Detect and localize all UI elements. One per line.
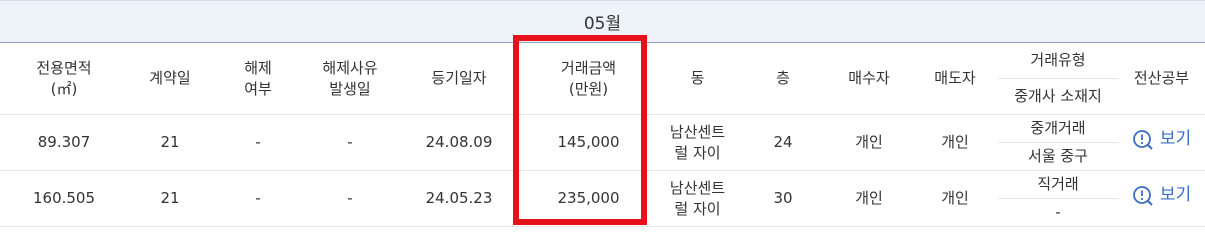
cell-contract-day: 21 <box>128 170 212 227</box>
header-deal-type: 거래유형 <box>998 42 1118 79</box>
cell-seller: 개인 <box>912 114 998 171</box>
header-cancel-reason-line2: 발생일 <box>329 79 371 98</box>
cell-dong-line2: 럴 자이 <box>674 143 721 162</box>
month-label: 05월 <box>583 14 622 34</box>
search-icon <box>1132 185 1153 206</box>
cell-cancel: - <box>212 170 304 227</box>
cell-dong-line1: 남산센트 <box>669 122 726 141</box>
table-row: 89.307 21 - - 24.08.09 145,000 남산센트 럴 자이… <box>0 114 1205 171</box>
cell-floor: 30 <box>740 170 826 227</box>
header-broker-location: 중개사 소재지 <box>998 78 1118 115</box>
header-price: 거래금액 (만원) <box>522 42 655 115</box>
header-doc: 전산공부 <box>1118 42 1205 115</box>
header-floor: 층 <box>740 42 826 115</box>
header-cancel-line1: 해제 <box>244 58 272 77</box>
cell-broker-location: - <box>1055 203 1061 221</box>
header-price-line2: (만원) <box>568 79 609 98</box>
cell-price: 235,000 <box>522 170 655 227</box>
header-area-label: 전용면적 <box>36 58 92 77</box>
cell-deal-type: 중개거래 <box>998 115 1118 143</box>
cell-buyer: 개인 <box>826 170 912 227</box>
header-buyer: 매수자 <box>826 42 912 115</box>
cell-contract-day: 21 <box>128 114 212 171</box>
cell-area: 89.307 <box>0 114 128 171</box>
cell-dong-line2: 럴 자이 <box>674 199 721 218</box>
table-row: 160.505 21 - - 24.05.23 235,000 남산센트 럴 자… <box>0 170 1205 227</box>
cell-doc: 보기 <box>1118 114 1205 171</box>
view-label: 보기 <box>1159 185 1192 205</box>
cell-deal-info: 중개거래 서울 중구 <box>998 114 1118 171</box>
header-seller: 매도자 <box>912 42 998 115</box>
cell-broker-location: 서울 중구 <box>1028 147 1088 165</box>
cell-dong: 남산센트 럴 자이 <box>655 170 740 227</box>
header-contract-day: 계약일 <box>128 42 212 115</box>
cell-cancel-reason: - <box>304 114 396 171</box>
header-registration-date: 등기일자 <box>396 42 522 115</box>
month-header: 05월 <box>0 0 1205 42</box>
view-label: 보기 <box>1159 129 1192 149</box>
header-dong: 동 <box>655 42 740 115</box>
cell-dong-line1: 남산센트 <box>669 178 726 197</box>
cell-floor: 24 <box>740 114 826 171</box>
header-area: 전용면적 (㎡) <box>0 42 128 115</box>
cell-area: 160.505 <box>0 170 128 227</box>
cell-seller: 개인 <box>912 170 998 227</box>
view-button[interactable]: 보기 <box>1132 185 1191 207</box>
header-cancel-reason-line1: 해제사유 <box>322 58 378 77</box>
cell-registration-date: 24.08.09 <box>396 114 522 171</box>
transaction-table: 전용면적 (㎡) 계약일 해제 여부 해제사유 발생일 등기일자 거래금액 (만… <box>0 42 1205 227</box>
header-area-unit: (㎡) <box>50 79 78 98</box>
search-icon <box>1132 129 1153 150</box>
cell-deal-type: 직거래 <box>998 171 1118 199</box>
cell-dong: 남산센트 럴 자이 <box>655 114 740 171</box>
table-header: 전용면적 (㎡) 계약일 해제 여부 해제사유 발생일 등기일자 거래금액 (만… <box>0 42 1205 115</box>
cell-price: 145,000 <box>522 114 655 171</box>
view-button[interactable]: 보기 <box>1132 129 1191 151</box>
cell-deal-info: 직거래 - <box>998 170 1118 227</box>
cell-cancel-reason: - <box>304 170 396 227</box>
cell-buyer: 개인 <box>826 114 912 171</box>
header-cancel: 해제 여부 <box>212 42 304 115</box>
header-cancel-line2: 여부 <box>244 79 272 98</box>
cell-registration-date: 24.05.23 <box>396 170 522 227</box>
header-cancel-reason: 해제사유 발생일 <box>304 42 396 115</box>
cell-cancel: - <box>212 114 304 171</box>
cell-doc: 보기 <box>1118 170 1205 227</box>
header-price-line1: 거래금액 <box>560 58 617 77</box>
